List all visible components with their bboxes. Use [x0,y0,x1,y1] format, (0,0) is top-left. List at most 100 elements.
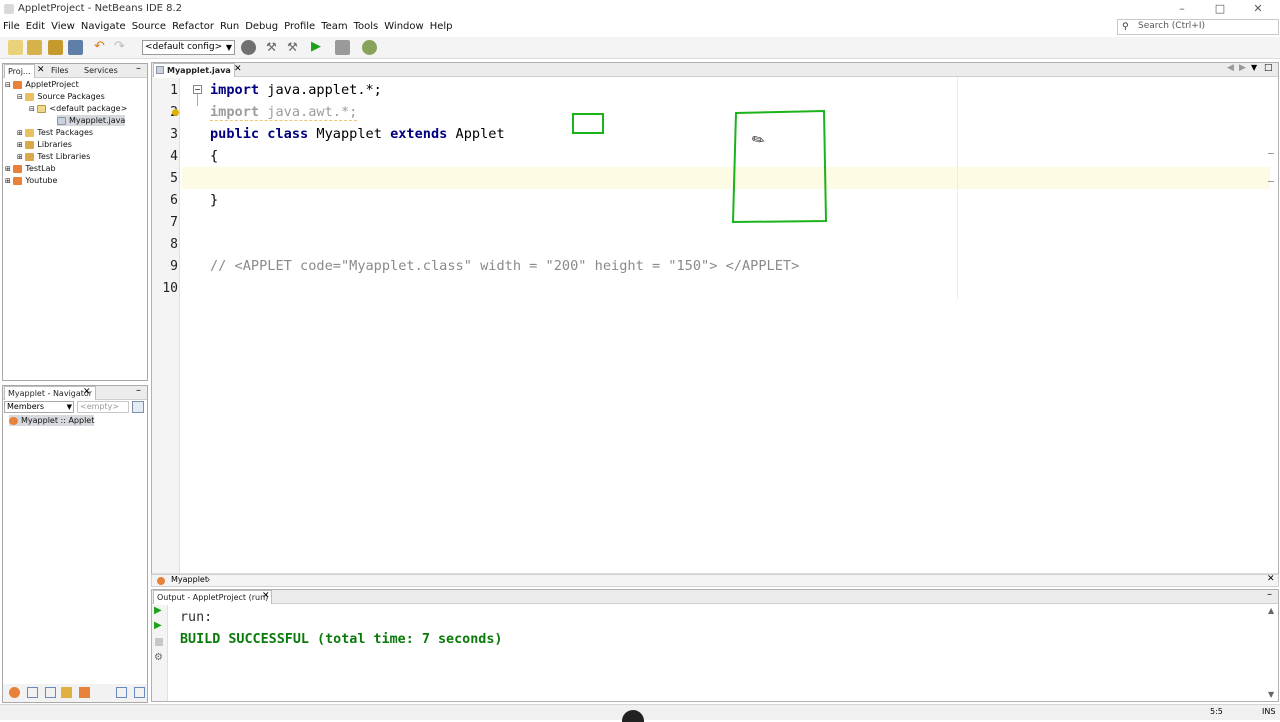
insert-mode: INS [1262,707,1276,716]
build-hammer-icon[interactable]: ⚒ [266,40,281,55]
search-icon: ⚲ [1122,22,1129,32]
clean-build-icon[interactable]: ⚒ [287,40,302,55]
static-filter-icon[interactable] [45,687,56,698]
minimize-panel-icon[interactable]: – [1267,589,1272,600]
output-panel: Output - AppletProject (run) ✕ – ▶ ▶ ⚙ r… [151,589,1279,702]
menu-team[interactable]: Team [318,21,350,32]
menu-help[interactable]: Help [427,21,456,32]
chevron-down-icon: ▼ [66,403,72,411]
chevron-down-icon: ▼ [225,43,232,52]
breadcrumb: Myapplet › ✕ [151,574,1279,587]
save-all-icon[interactable] [68,40,83,55]
tab-services[interactable]: Services [81,64,121,78]
settings-icon[interactable]: ⚙ [154,652,163,663]
package-folder-icon [25,128,35,137]
undo-icon[interactable]: ↶ [94,40,109,55]
close-icon[interactable]: ✕ [1267,574,1275,584]
project-icon [13,80,23,89]
close-tab-icon[interactable]: ✕ [262,591,270,601]
scroll-marker [1268,181,1274,182]
config-value: <default config> [145,42,223,52]
minimize-panel-icon[interactable]: – [136,63,141,74]
package-icon [37,104,47,113]
tab-output[interactable]: Output - AppletProject (run) [153,590,273,604]
menu-profile[interactable]: Profile [281,21,318,32]
projects-panel: Proj... ✕ Files Services – ⊟ AppletProje… [2,63,148,381]
menu-source[interactable]: Source [129,21,169,32]
output-sidebar: ▶ ▶ ⚙ [152,605,168,701]
tree-item-default-package[interactable]: ⊟ <default package> [29,103,127,114]
sort-name-icon[interactable] [134,687,145,698]
chevron-right-icon: › [207,575,211,584]
close-tab-icon[interactable]: ✕ [83,387,91,397]
quick-search[interactable]: ⚲ Search (Ctrl+I) [1117,19,1279,35]
code-editor: Myapplet.java ✕ ◀ ▶ ▼ □ 1 2 3 4 5 6 7 8 … [151,62,1279,575]
annotation-large-rect [731,109,828,224]
new-file-icon[interactable] [8,40,23,55]
open-project-icon[interactable] [48,40,63,55]
stop-icon[interactable] [155,638,163,646]
search-input[interactable]: Search (Ctrl+I) [1138,21,1205,31]
tab-projects[interactable]: Proj... [4,64,35,78]
tree-item-testlab[interactable]: ⊞ TestLab [5,163,56,174]
members-select[interactable]: Members ▼ [4,401,74,413]
filter-icon[interactable] [132,401,144,413]
scroll-marker [1268,153,1274,154]
netbeans-logo-icon [4,4,14,14]
tree-item-test-libraries[interactable]: ⊞ Test Libraries [17,151,90,162]
navigator-item-myapplet[interactable]: Myapplet :: Applet [9,415,95,426]
caret-position: 5:5 [1210,707,1223,716]
rerun-with-params-icon[interactable]: ▶ [154,620,162,631]
minimize-icon[interactable]: – [1167,2,1197,18]
menu-run[interactable]: Run [217,21,242,32]
maximize-icon[interactable]: □ [1205,2,1235,18]
output-line-build-status: BUILD SUCCESSFUL (total time: 7 seconds) [180,632,503,647]
class-filter-icon[interactable] [9,687,20,698]
class-icon [157,577,165,585]
menu-navigate[interactable]: Navigate [78,21,129,32]
tree-item-myapplet-java[interactable]: Myapplet.java [57,115,126,126]
project-icon [13,164,23,173]
config-select[interactable]: <default config> ▼ [142,40,235,55]
menu-view[interactable]: View [48,21,78,32]
debug-icon[interactable] [335,40,350,55]
scroll-up-icon[interactable]: ▲ [1268,606,1274,615]
minimize-panel-icon[interactable]: – [136,385,141,396]
new-project-icon[interactable] [27,40,42,55]
tree-item-appletproject[interactable]: ⊟ AppletProject [5,79,79,90]
menu-refactor[interactable]: Refactor [169,21,217,32]
close-tab-icon[interactable]: ✕ [37,65,45,75]
menu-file[interactable]: File [0,21,23,32]
globe-icon[interactable] [241,40,256,55]
redo-icon[interactable]: ↷ [114,40,129,55]
projects-tabbar: Proj... ✕ Files Services – [3,63,147,78]
lock-filter-icon[interactable] [61,687,72,698]
sort-icon[interactable] [116,687,127,698]
tree-item-libraries[interactable]: ⊞ Libraries [17,139,72,150]
empty-select[interactable]: <empty> [77,401,129,413]
rerun-icon[interactable]: ▶ [154,605,162,616]
tree-item-youtube[interactable]: ⊞ Youtube [5,175,57,186]
field-filter-icon[interactable] [27,687,38,698]
library-icon [25,152,35,161]
annotation-small-rect [572,113,604,134]
tree-item-test-packages[interactable]: ⊞ Test Packages [17,127,93,138]
inherited-filter-icon[interactable] [79,687,90,698]
scroll-down-icon[interactable]: ▼ [1268,690,1274,699]
tree-item-source-packages[interactable]: ⊟ Source Packages [17,91,105,102]
menu-edit[interactable]: Edit [23,21,48,32]
java-file-icon [57,116,66,125]
close-icon[interactable]: ✕ [1243,2,1273,18]
title-bar: AppletProject - NetBeans IDE 8.2 – □ ✕ [0,0,1280,20]
menu-tools[interactable]: Tools [351,21,382,32]
menu-window[interactable]: Window [381,21,426,32]
package-folder-icon [25,92,35,101]
run-icon[interactable]: ▶ [311,40,326,55]
profile-icon[interactable] [362,40,377,55]
tab-files[interactable]: Files [48,64,72,78]
breadcrumb-item[interactable]: Myapplet [171,575,208,584]
output-line-run: run: [180,610,213,625]
cursor-blob [622,710,644,722]
toolbar: ↶ ↷ <default config> ▼ ⚒ ⚒ ▶ [0,37,1280,59]
menu-debug[interactable]: Debug [242,21,281,32]
